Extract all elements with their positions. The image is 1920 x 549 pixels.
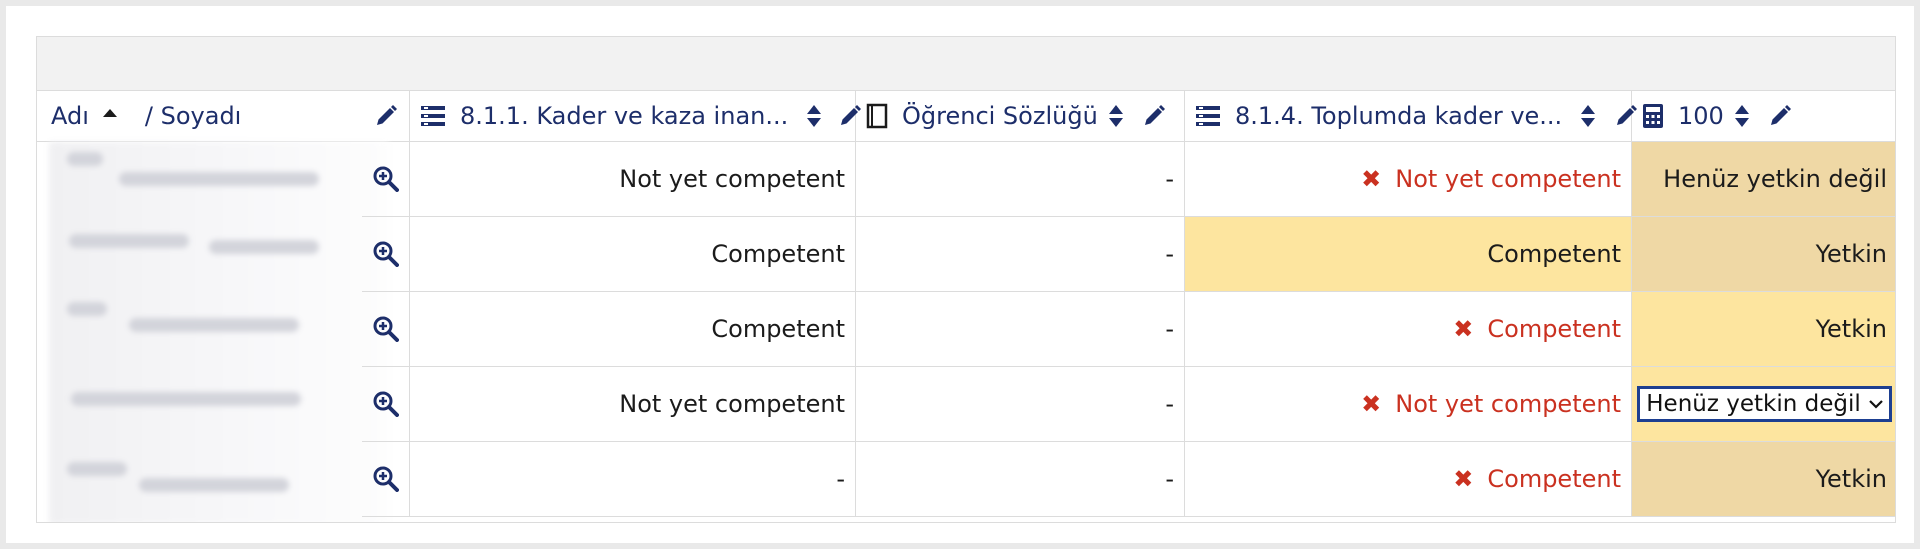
zoom-in-icon[interactable] — [373, 316, 399, 342]
header-c2: Öğrenci Sözlüğü — [856, 90, 1185, 142]
grade-select[interactable]: Henüz yetkin değil — [1637, 386, 1892, 422]
overridden-grade-cell[interactable]: Yetkin — [1632, 217, 1895, 292]
glossary-icon — [866, 103, 888, 129]
grades-table: Adı / Soyadı 8.1.1. Kader ve kaza inan..… — [37, 90, 1895, 522]
sort-asc-icon — [102, 108, 117, 117]
grade-value: Competent — [711, 240, 845, 268]
grade-cell[interactable]: Not yet competent — [410, 142, 856, 217]
outcome-icon — [1195, 104, 1221, 128]
sort-toggle-icon[interactable] — [806, 103, 822, 129]
fail-x-icon: ✖ — [1453, 465, 1474, 493]
zoom-in-icon[interactable] — [373, 391, 399, 417]
pencil-icon[interactable] — [374, 104, 398, 128]
grade-cell[interactable]: ✖ Not yet competent — [1185, 367, 1632, 442]
column-title-c3[interactable]: 8.1.4. Toplumda kader ve... — [1235, 102, 1562, 130]
outcome-icon — [420, 104, 446, 128]
sort-lastname-link[interactable]: / Soyadı — [145, 102, 241, 130]
user-report-link[interactable] — [362, 142, 410, 217]
highlighted-grade-cell[interactable]: Competent — [1185, 217, 1632, 292]
zoom-in-icon[interactable] — [373, 166, 399, 192]
grade-value: Yetkin — [1815, 465, 1887, 493]
pencil-icon[interactable] — [1142, 104, 1166, 128]
grade-value: - — [1165, 390, 1174, 418]
user-report-link[interactable] — [362, 442, 410, 517]
sort-firstname-link[interactable]: Adı — [51, 102, 89, 130]
header-name: Adı / Soyadı — [37, 90, 362, 142]
column-title-c4[interactable]: 100 — [1678, 102, 1724, 130]
grade-cell[interactable]: - — [856, 292, 1185, 367]
grade-value: Yetkin — [1815, 240, 1887, 268]
sort-toggle-icon[interactable] — [1734, 103, 1750, 129]
grade-value: - — [1165, 465, 1174, 493]
grade-cell[interactable]: Not yet competent — [410, 367, 856, 442]
header-c4: 100 — [1632, 90, 1895, 142]
calculator-icon — [1642, 103, 1664, 129]
grade-cell[interactable]: - — [856, 142, 1185, 217]
grade-value: Competent — [1487, 465, 1621, 493]
grade-cell[interactable]: - — [410, 442, 856, 517]
sort-toggle-icon[interactable] — [1108, 103, 1124, 129]
grade-value: Henüz yetkin değil — [1663, 165, 1887, 193]
column-title-c1[interactable]: 8.1.1. Kader ve kaza inan... — [460, 102, 788, 130]
grade-value: - — [1165, 165, 1174, 193]
grade-select-value: Henüz yetkin değil — [1646, 391, 1861, 417]
highlighted-grade-cell[interactable]: Yetkin — [1632, 292, 1895, 367]
grade-value: - — [1165, 240, 1174, 268]
grade-cell[interactable]: ✖ Competent — [1185, 442, 1632, 517]
grade-value: Competent — [711, 315, 845, 343]
header-c3: 8.1.4. Toplumda kader ve... — [1185, 90, 1638, 142]
fail-x-icon: ✖ — [1453, 315, 1474, 343]
grade-value: Not yet competent — [619, 390, 845, 418]
grade-cell[interactable]: ✖ Not yet competent — [1185, 142, 1632, 217]
header-c1: 8.1.1. Kader ve kaza inan... — [410, 90, 862, 142]
sort-toggle-icon[interactable] — [1580, 103, 1596, 129]
student-names-blurred — [49, 142, 389, 522]
user-report-link[interactable] — [362, 367, 410, 442]
grade-cell[interactable]: Competent — [410, 292, 856, 367]
overridden-grade-cell[interactable]: Henüz yetkin değil — [1632, 142, 1895, 217]
grade-value: Not yet competent — [1395, 165, 1621, 193]
page-panel: Adı / Soyadı 8.1.1. Kader ve kaza inan..… — [6, 6, 1914, 543]
grade-value: Not yet competent — [1395, 390, 1621, 418]
grader-report: Adı / Soyadı 8.1.1. Kader ve kaza inan..… — [36, 36, 1896, 523]
grade-value: Competent — [1487, 240, 1621, 268]
grade-value: Competent — [1487, 315, 1621, 343]
header-actions — [362, 90, 410, 142]
grader-toolbar — [37, 37, 1895, 91]
user-report-link[interactable] — [362, 292, 410, 367]
chevron-down-icon — [1868, 400, 1883, 409]
grade-value: - — [836, 465, 845, 493]
grade-value: - — [1165, 315, 1174, 343]
grade-cell[interactable]: - — [856, 442, 1185, 517]
fail-x-icon: ✖ — [1361, 165, 1382, 193]
user-report-link[interactable] — [362, 217, 410, 292]
grade-cell[interactable]: - — [856, 367, 1185, 442]
pencil-icon[interactable] — [1768, 104, 1792, 128]
grade-value: Yetkin — [1815, 315, 1887, 343]
column-title-c2[interactable]: Öğrenci Sözlüğü — [902, 102, 1098, 130]
grade-cell[interactable]: ✖ Competent — [1185, 292, 1632, 367]
grade-cell[interactable]: - — [856, 217, 1185, 292]
zoom-in-icon[interactable] — [373, 466, 399, 492]
fail-x-icon: ✖ — [1361, 390, 1382, 418]
grade-cell[interactable]: Competent — [410, 217, 856, 292]
grade-cell: Henüz yetkin değil — [1632, 367, 1895, 442]
overridden-grade-cell[interactable]: Yetkin — [1632, 442, 1895, 517]
zoom-in-icon[interactable] — [373, 241, 399, 267]
grade-value: Not yet competent — [619, 165, 845, 193]
